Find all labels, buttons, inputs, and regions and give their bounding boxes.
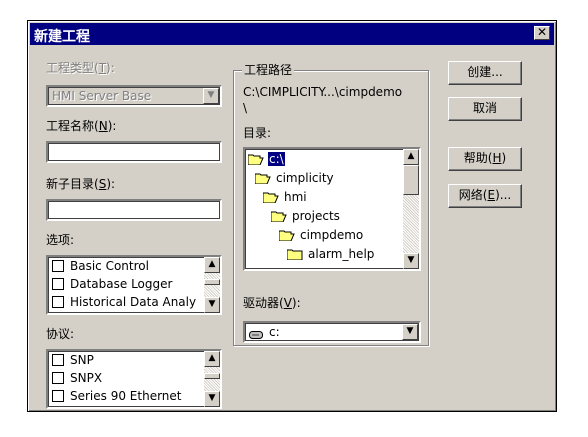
open-folder-icon xyxy=(271,211,287,222)
arrow-up-icon: ▲ xyxy=(208,259,216,269)
protocols-scroll-up[interactable]: ▲ xyxy=(204,351,220,367)
protocols-scroll-thumb[interactable] xyxy=(204,373,220,379)
checkbox[interactable] xyxy=(52,372,64,384)
new-project-dialog: 新建工程 ✕ 工程类型(T): HMI Server Base ▼ 工程名称(N… xyxy=(27,20,557,412)
options-scroll-track[interactable] xyxy=(204,273,220,297)
options-scroll-up[interactable]: ▲ xyxy=(204,257,220,273)
directory-label: 目录: xyxy=(243,126,272,140)
directory-scroll-down[interactable]: ▼ xyxy=(403,253,419,269)
close-icon: ✕ xyxy=(536,25,548,39)
directory-scroll-thumb[interactable] xyxy=(403,165,419,195)
drive-icon xyxy=(249,328,263,339)
checkbox[interactable] xyxy=(52,354,64,366)
window-title: 新建工程 xyxy=(34,29,90,45)
close-button[interactable]: ✕ xyxy=(534,26,550,40)
cancel-button[interactable]: 取消 xyxy=(448,97,522,121)
directory-tree[interactable]: c:\ cimplicity hmi projects cimpdemo ala… xyxy=(243,147,421,271)
checkbox[interactable] xyxy=(52,260,64,272)
open-folder-icon xyxy=(279,230,295,241)
subdirectory-input[interactable] xyxy=(46,199,222,221)
open-folder-icon xyxy=(255,173,271,184)
options-label: 选项: xyxy=(46,233,75,247)
help-button[interactable]: 帮助(H) xyxy=(448,147,522,171)
arrow-up-icon: ▲ xyxy=(208,353,216,363)
arrow-down-icon: ▼ xyxy=(208,299,216,309)
arrow-down-icon: ▼ xyxy=(208,393,216,403)
directory-scroll-up[interactable]: ▲ xyxy=(403,149,419,165)
folder-icon xyxy=(287,249,303,260)
arrow-down-icon: ▼ xyxy=(407,255,415,265)
options-scroll-thumb[interactable] xyxy=(204,279,220,285)
title-bar[interactable]: 新建工程 ✕ xyxy=(30,23,554,45)
options-list[interactable]: Basic Control Database Logger Historical… xyxy=(46,255,222,315)
checkbox[interactable] xyxy=(52,278,64,290)
project-type-value: HMI Server Base xyxy=(52,89,152,103)
project-type-select: HMI Server Base ▼ xyxy=(46,85,222,107)
chevron-down-icon: ▼ xyxy=(207,90,215,100)
checkbox[interactable] xyxy=(52,390,64,402)
project-path-group-title: 工程路径 xyxy=(242,61,295,78)
project-name-label: 工程名称(N): xyxy=(46,119,117,133)
chevron-down-icon: ▼ xyxy=(406,326,414,336)
create-button[interactable]: 创建... xyxy=(448,61,522,85)
project-type-label: 工程类型(T): xyxy=(46,61,115,75)
drive-value: c: xyxy=(269,325,280,339)
arrow-up-icon: ▲ xyxy=(407,151,415,161)
protocols-scroll-down[interactable]: ▼ xyxy=(204,391,220,407)
options-scroll-down[interactable]: ▼ xyxy=(204,297,220,313)
project-name-input[interactable] xyxy=(46,141,222,163)
subdirectory-label: 新子目录(S): xyxy=(46,177,116,191)
drive-label: 驱动器(V): xyxy=(243,296,301,310)
current-path-line1: C:\CIMPLICITY...\cimpdemo xyxy=(243,85,403,99)
protocols-label: 协议: xyxy=(46,327,75,341)
project-type-dropdown-button: ▼ xyxy=(203,88,219,104)
open-folder-icon xyxy=(248,154,264,165)
drive-select[interactable]: c: ▼ xyxy=(243,321,421,343)
protocols-list[interactable]: SNP SNPX Series 90 Ethernet ▲ ▼ xyxy=(46,349,222,409)
protocols-scroll-track[interactable] xyxy=(204,367,220,391)
drive-dropdown-button[interactable]: ▼ xyxy=(402,324,418,340)
checkbox[interactable] xyxy=(52,296,64,308)
open-folder-icon xyxy=(263,192,279,203)
current-path-line2: \ xyxy=(243,101,248,115)
network-button[interactable]: 网络(E)... xyxy=(448,184,522,208)
